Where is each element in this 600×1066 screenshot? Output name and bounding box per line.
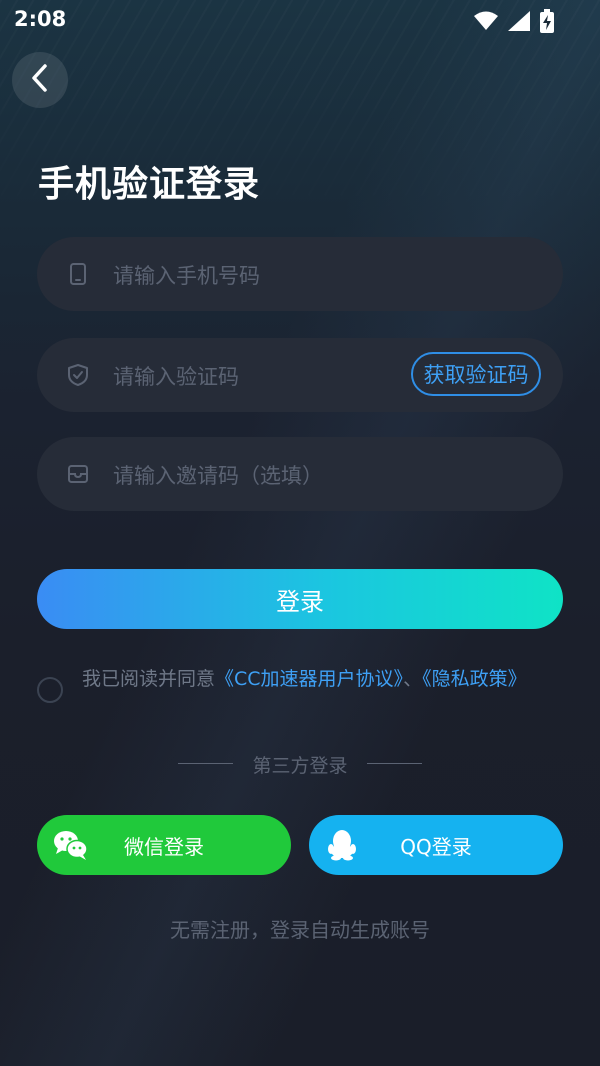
wechat-login-label: 微信登录 bbox=[124, 834, 204, 859]
terms-link[interactable]: 《CC加速器用户协议》 bbox=[215, 668, 403, 690]
third-party-divider: 第三方登录 bbox=[0, 751, 600, 777]
qq-login-label: QQ登录 bbox=[400, 834, 472, 859]
page-title: 手机验证登录 bbox=[38, 164, 261, 205]
agreement-text: 我已阅读并同意《CC加速器用户协议》、《隐私政策》 bbox=[82, 666, 552, 692]
privacy-link[interactable]: 《隐私政策》 bbox=[422, 668, 527, 690]
invite-code-placeholder: 请输入邀请码（选填） bbox=[113, 464, 323, 488]
inbox-icon bbox=[67, 463, 89, 485]
divider-line-right bbox=[367, 763, 422, 764]
wechat-icon bbox=[53, 829, 89, 866]
invite-code-field[interactable]: 请输入邀请码（选填） bbox=[37, 437, 563, 511]
status-time: 2:08 bbox=[14, 7, 67, 31]
agreement-checkbox[interactable] bbox=[37, 677, 63, 703]
status-icons bbox=[474, 9, 554, 37]
verification-code-placeholder: 请输入验证码 bbox=[113, 365, 239, 389]
status-bar: 2:08 bbox=[0, 0, 600, 40]
shield-icon bbox=[67, 364, 89, 386]
qq-penguin-icon bbox=[327, 829, 357, 866]
phone-placeholder: 请输入手机号码 bbox=[113, 264, 260, 288]
verification-code-field[interactable]: 请输入验证码 获取验证码 bbox=[37, 338, 563, 412]
wechat-login-button[interactable]: 微信登录 bbox=[37, 815, 291, 875]
wifi-icon bbox=[474, 11, 498, 35]
chevron-left-icon bbox=[29, 63, 51, 97]
back-button[interactable] bbox=[12, 52, 68, 108]
phone-field[interactable]: 请输入手机号码 bbox=[37, 237, 563, 311]
phone-icon bbox=[67, 263, 89, 285]
login-button[interactable]: 登录 bbox=[37, 569, 563, 629]
agreement-separator: 、 bbox=[403, 668, 423, 690]
agreement-prefix: 我已阅读并同意 bbox=[82, 668, 216, 690]
cellular-signal-icon bbox=[508, 11, 530, 35]
third-party-label: 第三方登录 bbox=[252, 755, 348, 777]
battery-charging-icon bbox=[540, 9, 554, 37]
get-code-button[interactable]: 获取验证码 bbox=[411, 352, 541, 396]
qq-login-button[interactable]: QQ登录 bbox=[309, 815, 563, 875]
footer-note: 无需注册，登录自动生成账号 bbox=[170, 918, 430, 942]
